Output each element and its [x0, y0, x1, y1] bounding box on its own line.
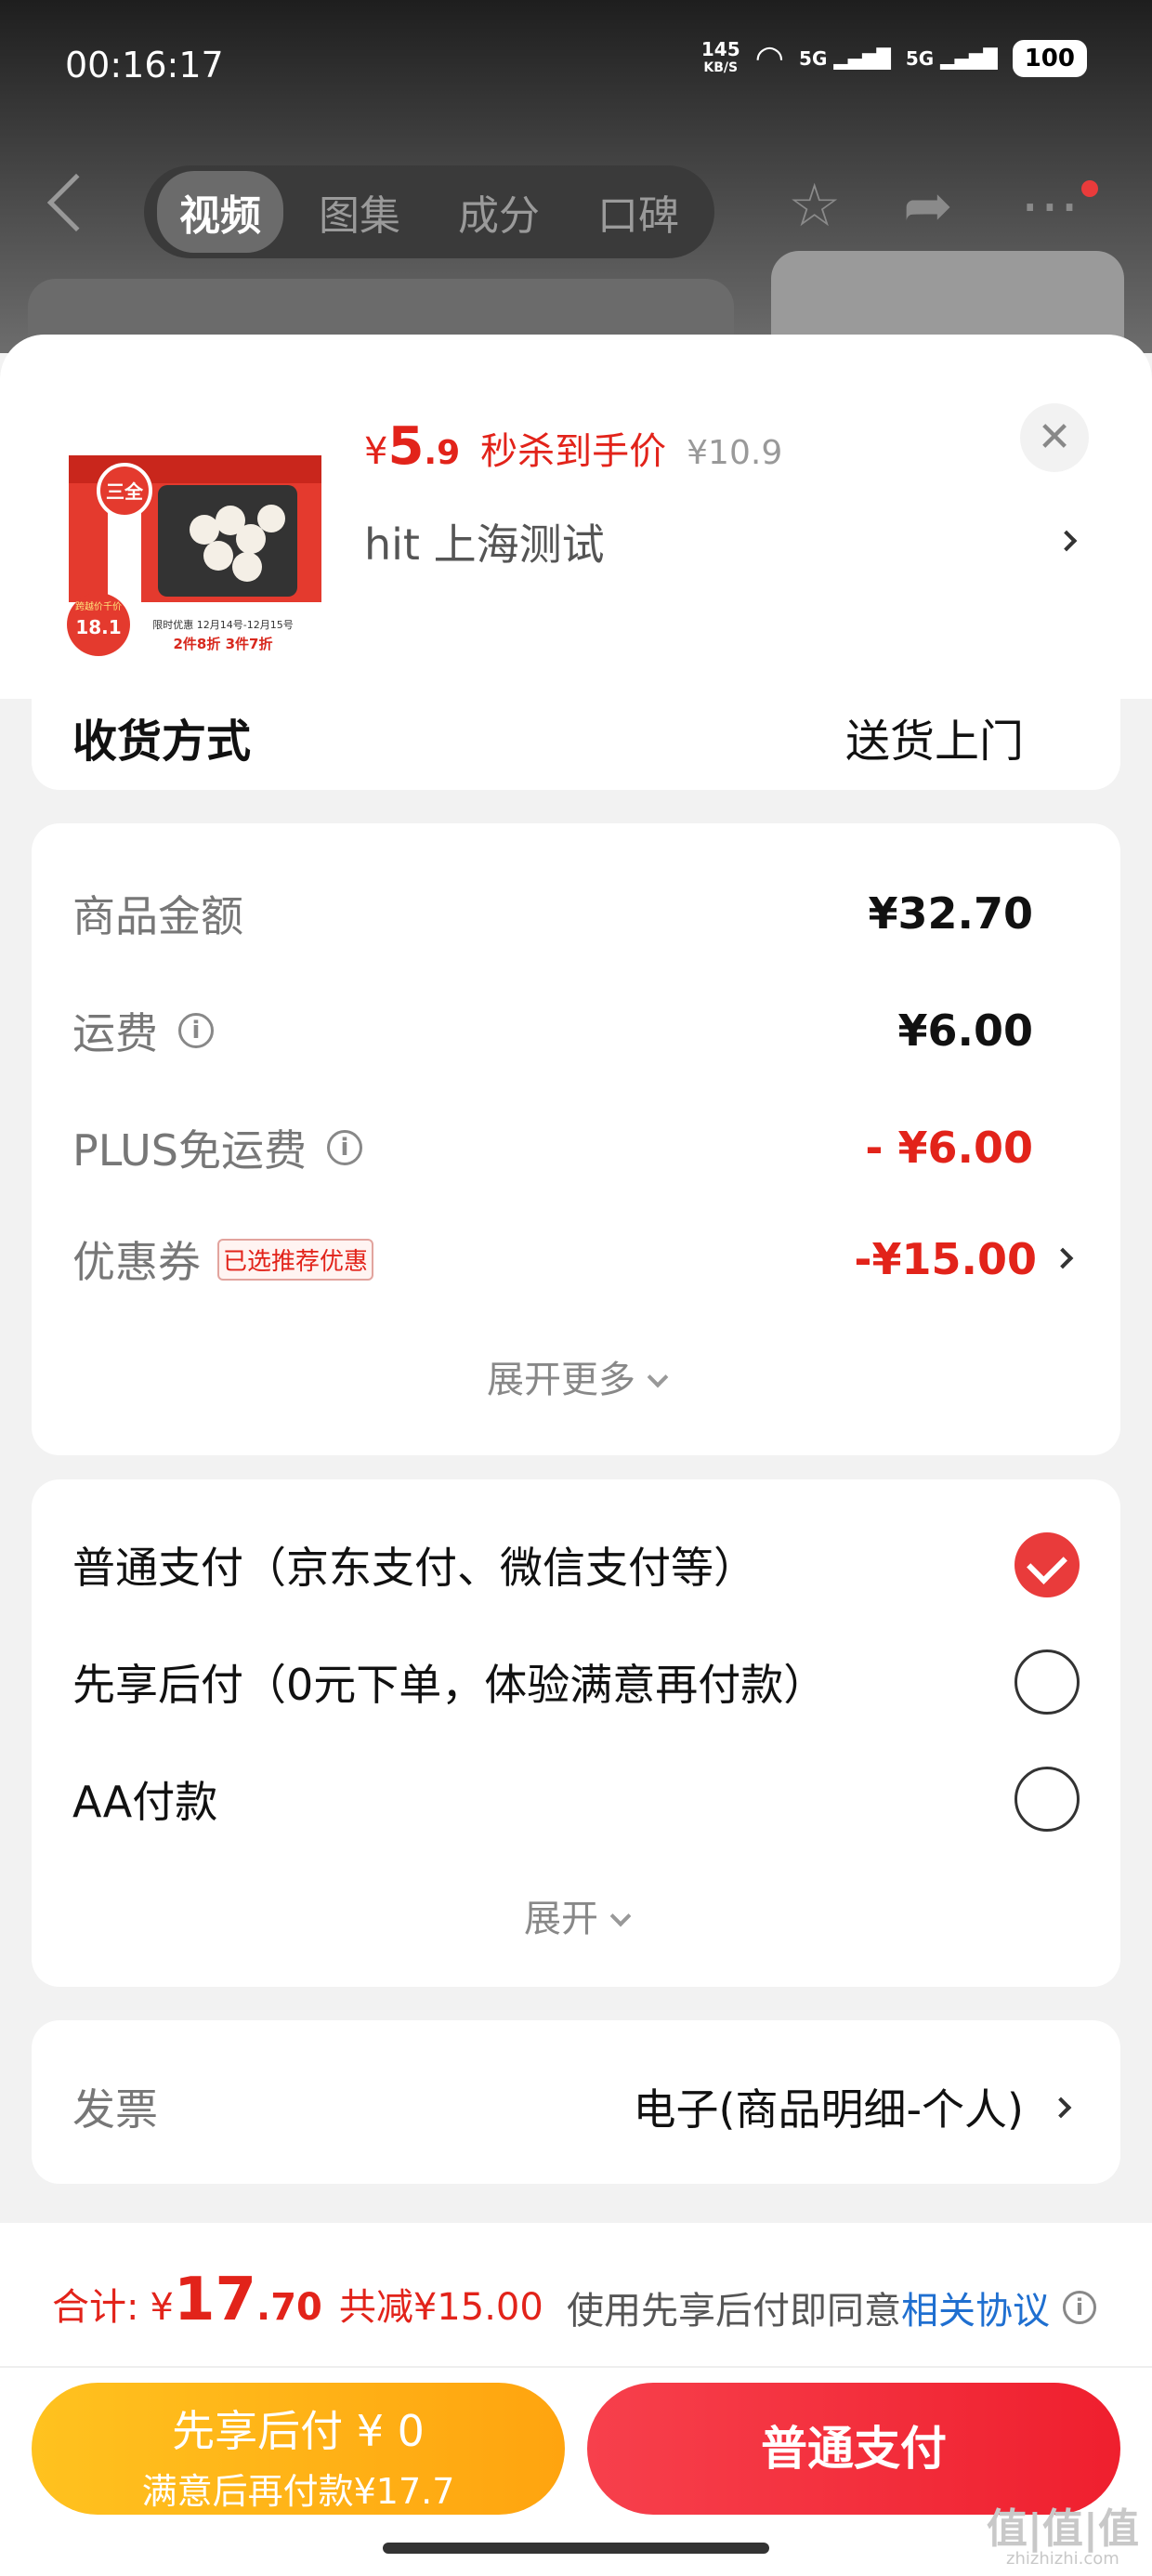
info-icon[interactable]: i: [1063, 2291, 1096, 2324]
agreement-prefix: 使用先享后付即同意: [567, 2290, 901, 2333]
delivery-value: 送货上门: [844, 716, 1024, 768]
current-price: ¥5.9: [364, 416, 461, 477]
svg-text:18.1: 18.1: [75, 616, 121, 638]
pay-later-button[interactable]: 先享后付 ¥ 0 满意后再付款¥17.7: [32, 2383, 565, 2515]
shipping-row: 运费 i ¥6.00: [72, 998, 1080, 1063]
payment-option-standard[interactable]: 普通支付（京东支付、微信支付等）: [72, 1528, 1080, 1602]
amount-summary: 商品金额 ¥32.70 运费 i ¥6.00 PLUS免运费 i - ¥6.00…: [32, 823, 1120, 1455]
invoice-row[interactable]: 发票 电子(商品明细-个人): [32, 2020, 1120, 2184]
network-speed: 145 KB/S: [700, 37, 740, 75]
subtotal-value: ¥32.70: [868, 888, 1033, 939]
tab-bar: 视频 图集 成分 口碑: [144, 165, 714, 258]
svg-text:2件8折 3件7折: 2件8折 3件7折: [174, 636, 273, 652]
pay-now-button[interactable]: 普通支付: [587, 2383, 1120, 2515]
svg-text:限时优惠 12月14号-12月15号: 限时优惠 12月14号-12月15号: [152, 618, 293, 631]
product-navbar: 视频 图集 成分 口碑 ☆ ➦ ⋯: [0, 158, 1152, 260]
payment-methods: 普通支付（京东支付、微信支付等） 先享后付（0元下单，体验满意再付款） AA付款…: [32, 1479, 1120, 1987]
radio-unchecked-icon[interactable]: [1015, 1767, 1080, 1832]
share-icon[interactable]: ➦: [903, 177, 953, 236]
agreement-text: 使用先享后付即同意 相关协议 i: [567, 2280, 1096, 2334]
expand-more-button[interactable]: 展开更多: [32, 1349, 1120, 1403]
info-icon[interactable]: i: [326, 1130, 362, 1165]
coupon-label: 优惠券: [72, 1237, 201, 1287]
divider: [0, 2366, 1152, 2368]
status-time: 00:16:17: [65, 45, 224, 85]
total-line: 合计: ¥17.70 共减¥15.00: [52, 2266, 543, 2334]
delivery-label: 收货方式: [72, 716, 252, 768]
radio-unchecked-icon[interactable]: [1015, 1649, 1080, 1715]
signal-icon: 5G ▂▄▆█: [799, 46, 891, 70]
payment-option-label: 先享后付（0元下单，体验满意再付款）: [72, 1660, 827, 1710]
expand-more-label: 展开更多: [487, 1359, 635, 1401]
more-icon[interactable]: ⋯: [1020, 177, 1080, 236]
chevron-down-icon: [647, 1366, 669, 1388]
status-icons: 145 KB/S ◠ 5G ▂▄▆█ 5G ▂▄▆█ 100: [701, 39, 1087, 77]
tab-reviews[interactable]: 口碑: [575, 171, 701, 253]
coupon-badge: 已选推荐优惠: [217, 1238, 374, 1281]
coupon-value: -¥15.00: [854, 1234, 1037, 1284]
price-line: ¥5.9 秒杀到手价 ¥10.9: [364, 416, 782, 477]
battery-icon: 100: [1012, 39, 1087, 77]
dimmed-background: 00:16:17 145 KB/S ◠ 5G ▂▄▆█ 5G ▂▄▆█ 100 视…: [0, 0, 1152, 372]
star-icon[interactable]: ☆: [788, 177, 841, 236]
info-icon[interactable]: i: [178, 1013, 214, 1048]
shipping-value: ¥6.00: [897, 1005, 1033, 1056]
svg-text:跨越价千价: 跨越价千价: [75, 600, 122, 612]
total-saved: 共减¥15.00: [338, 2286, 543, 2329]
payment-option-label: AA付款: [72, 1777, 218, 1827]
shop-name[interactable]: hit 上海测试: [364, 511, 605, 572]
back-icon[interactable]: [46, 173, 106, 232]
pay-later-sublabel: 满意后再付款¥17.7: [141, 2471, 455, 2512]
plus-free-shipping-row: PLUS免运费 i - ¥6.00: [72, 1115, 1080, 1180]
close-button[interactable]: ✕: [1020, 403, 1089, 472]
product-header: 三全 跨越价千价 18.1 限时优惠 12月14号-12月15号 2件8折 3件…: [0, 335, 1152, 699]
tab-gallery[interactable]: 图集: [296, 171, 423, 253]
subtotal-row: 商品金额 ¥32.70: [72, 881, 1080, 946]
payment-option-label: 普通支付（京东支付、微信支付等）: [72, 1543, 756, 1593]
svg-text:三全: 三全: [106, 480, 144, 503]
payment-option-aa[interactable]: AA付款: [72, 1762, 1080, 1836]
expand-payment-button[interactable]: 展开: [32, 1888, 1120, 1942]
chevron-right-icon[interactable]: [1055, 530, 1078, 552]
chevron-right-icon[interactable]: [1052, 1247, 1074, 1269]
chevron-right-icon[interactable]: [1050, 2096, 1072, 2119]
pay-later-label: 先享后付 ¥ 0: [172, 2406, 425, 2456]
expand-payment-label: 展开: [524, 1898, 598, 1940]
plus-discount-value: - ¥6.00: [865, 1123, 1033, 1173]
total-label: 合计:: [52, 2286, 139, 2329]
tab-video[interactable]: 视频: [157, 171, 283, 253]
tab-ingredients[interactable]: 成分: [436, 171, 562, 253]
coupon-row[interactable]: 优惠券 已选推荐优惠 -¥15.00: [72, 1227, 1080, 1292]
plus-free-shipping-label: PLUS免运费: [72, 1125, 307, 1176]
shipping-label: 运费: [72, 1008, 158, 1058]
subtotal-label: 商品金额: [72, 891, 243, 941]
original-price: ¥10.9: [687, 434, 783, 472]
total-amount: ¥17.70: [150, 2266, 322, 2334]
agreement-link[interactable]: 相关协议: [901, 2280, 1050, 2334]
notification-dot: [1081, 180, 1098, 197]
price-tag: 秒杀到手价: [480, 430, 667, 473]
checkout-footer: 合计: ¥17.70 共减¥15.00 使用先享后付即同意 相关协议 i 先享后付 …: [0, 2223, 1152, 2576]
chevron-down-icon: [609, 1905, 632, 1927]
close-icon: ✕: [1037, 414, 1072, 461]
payment-option-pay-later[interactable]: 先享后付（0元下单，体验满意再付款）: [72, 1645, 1080, 1719]
invoice-label: 发票: [72, 2084, 158, 2135]
radio-checked-icon[interactable]: [1015, 1532, 1080, 1597]
product-image: 三全 跨越价千价 18.1 限时优惠 12月14号-12月15号 2件8折 3件…: [65, 400, 325, 662]
home-indicator[interactable]: [383, 2543, 769, 2554]
wifi-icon: ◠: [754, 39, 785, 77]
signal-icon: 5G ▂▄▆█: [905, 46, 998, 70]
watermark: 值|值|值 zhizhizhi.com: [986, 2505, 1139, 2569]
invoice-value: 电子(商品明细-个人): [633, 2084, 1025, 2135]
